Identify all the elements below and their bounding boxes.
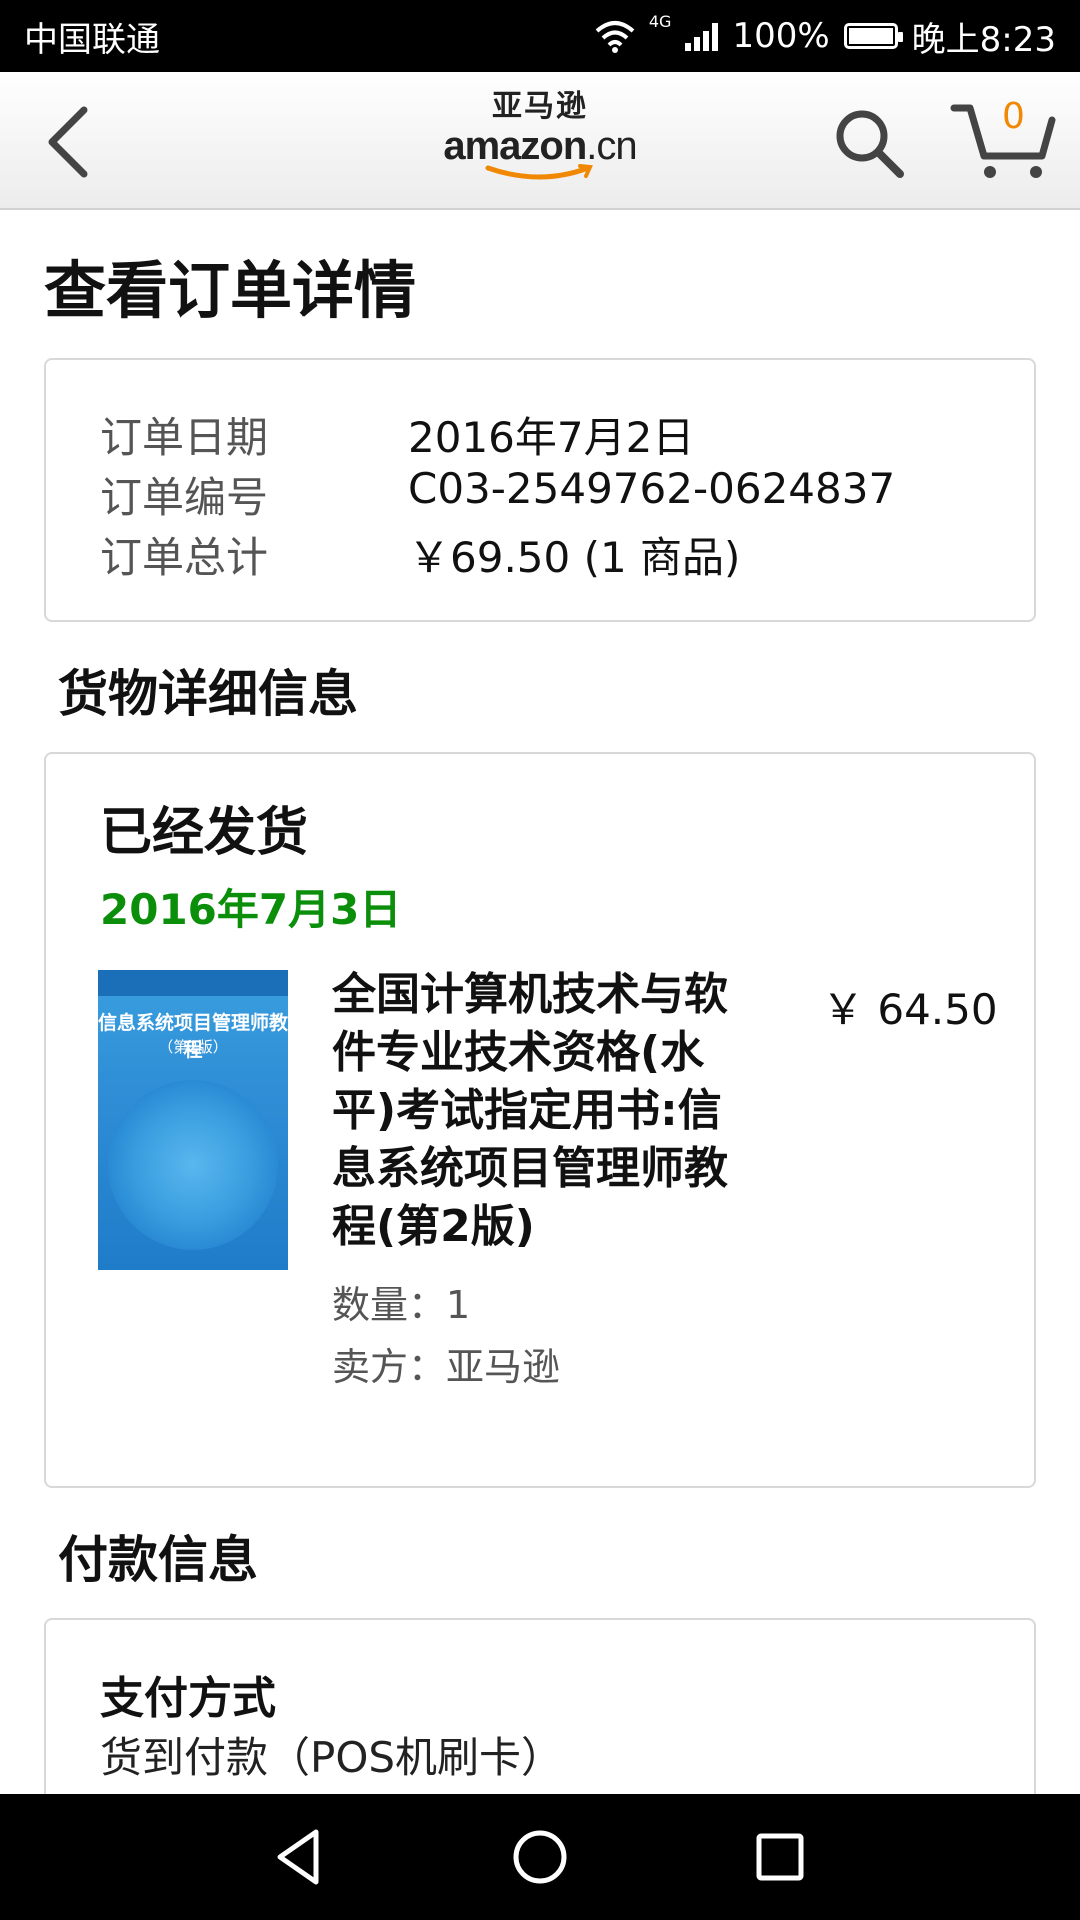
status-icons: 4G 100% 晚上8:23 (595, 12, 1056, 61)
carrier-label: 中国联通 (24, 19, 160, 60)
network-type-label: 4G (648, 11, 672, 31)
product-seller: 卖方：亚马逊 (332, 1345, 561, 1389)
order-date-label: 订单日期 (100, 413, 269, 462)
cart-button[interactable]: 0 (950, 94, 1060, 184)
payment-method-value: 货到付款（POS机刷卡） (100, 1733, 564, 1782)
search-button[interactable] (830, 102, 910, 182)
product-quantity: 数量：1 (332, 1283, 471, 1327)
clock: 晚上8:23 (911, 19, 1056, 60)
circle-home-icon (513, 1830, 567, 1884)
logo-en-main: amazon (443, 124, 587, 168)
shipment-date: 2016年7月3日 (100, 885, 402, 934)
shipment-section-title: 货物详细信息 (58, 665, 358, 723)
amazon-logo[interactable]: 亚马逊 amazon.cn (440, 90, 640, 200)
signal-icon (685, 21, 719, 51)
nav-home-button[interactable] (505, 1822, 575, 1892)
shipment-status: 已经发货 (100, 803, 309, 863)
triangle-back-icon (277, 1829, 319, 1885)
back-button[interactable] (38, 102, 108, 182)
payment-section-title: 付款信息 (58, 1531, 258, 1589)
logo-cn-text: 亚马逊 (492, 89, 588, 124)
order-summary-card: 订单日期 2016年7月2日 订单编号 C03-2549762-0624837 … (44, 358, 1036, 622)
page-title: 查看订单详情 (44, 254, 417, 327)
status-bar: 中国联通 4G 100% 晚上8:23 (0, 0, 1080, 72)
nav-back-button[interactable] (264, 1822, 334, 1892)
logo-en-suffix: .cn (586, 124, 637, 168)
product-price: ￥ 64.50 (822, 985, 998, 1034)
cover-edition: （第2版） (158, 1038, 228, 1056)
battery-percent: 100% (732, 16, 830, 56)
shipment-card: 已经发货 2016年7月3日 信息系统项目管理师教程 （第2版） 全国计算机技术… (44, 752, 1036, 1488)
nav-recents-button[interactable] (745, 1822, 815, 1892)
product-image[interactable]: 信息系统项目管理师教程 （第2版） (98, 970, 288, 1270)
cart-count-badge: 0 (1002, 96, 1025, 137)
battery-icon (843, 23, 903, 49)
order-number-label: 订单编号 (100, 473, 269, 522)
order-total-label: 订单总计 (100, 533, 269, 582)
square-recents-icon (756, 1833, 804, 1881)
app-header: 亚马逊 amazon.cn 0 (0, 72, 1080, 210)
system-nav-bar (0, 1794, 1080, 1920)
order-number-value: C03-2549762-0624837 (408, 464, 896, 513)
wifi-icon (595, 21, 635, 53)
chevron-left-icon (48, 106, 88, 178)
order-date-value: 2016年7月2日 (408, 413, 695, 462)
product-title-link[interactable]: 全国计算机技术与软件专业技术资格(水平)考试指定用书:信息系统项目管理师教程(第… (332, 966, 752, 1256)
order-total-value: ￥69.50 (1 商品) (408, 533, 741, 582)
logo-en-text: amazon.cn (440, 124, 640, 168)
search-icon (836, 110, 904, 178)
payment-method-label: 支付方式 (100, 1673, 276, 1724)
